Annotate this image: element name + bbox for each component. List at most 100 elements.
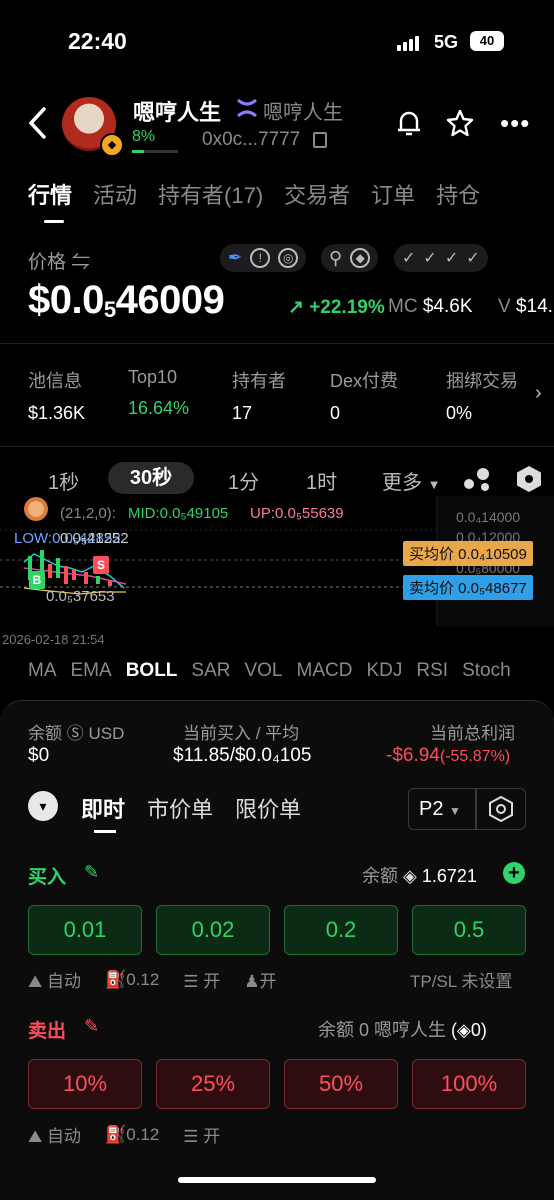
link-icons-pill: ✒ ! ◎ xyxy=(220,244,307,272)
token-title: 嗯哼人生 xyxy=(133,100,222,125)
check-icon: ✓ xyxy=(402,250,416,267)
check-icon: ✓ xyxy=(423,250,437,267)
mode-market[interactable]: 市价单 xyxy=(147,792,213,824)
star-icon[interactable] xyxy=(445,108,475,143)
info-icon[interactable]: ! xyxy=(250,248,271,268)
balance-label: 余额 Ⓢ USD xyxy=(28,724,125,743)
search-icons-pill: ⚲ ◆ xyxy=(321,244,379,272)
copy-icon[interactable] xyxy=(313,132,327,148)
gas-option[interactable]: ⛽0.12 xyxy=(105,1125,159,1145)
buy-amount-button[interactable]: 0.2 xyxy=(284,905,398,955)
tf-more[interactable]: 更多 ▼ xyxy=(382,466,440,495)
network-label: 5G xyxy=(434,32,459,52)
buy-amount-button[interactable]: 0.5 xyxy=(412,905,526,955)
pool-info-pool[interactable]: 池信息 $1.36K xyxy=(28,367,85,424)
boll-params: (21,2,0): xyxy=(60,505,116,522)
indicator-sar[interactable]: SAR xyxy=(191,660,230,682)
tf-1m[interactable]: 1分 xyxy=(228,466,259,495)
back-arrow-icon[interactable] xyxy=(26,106,48,145)
indicator-macd[interactable]: MACD xyxy=(297,660,353,682)
settings-hex-icon[interactable] xyxy=(516,465,542,498)
battery-icon: 40 xyxy=(470,31,504,51)
preset-select[interactable]: P2 ▼ xyxy=(408,788,476,830)
checks-pill: ✓ ✓ ✓ ✓ xyxy=(394,244,488,272)
buy-amount-button[interactable]: 0.01 xyxy=(28,905,142,955)
tf-30s[interactable]: 30秒 xyxy=(108,462,194,494)
globe-icon[interactable]: ◎ xyxy=(278,248,299,268)
pool-info-holders[interactable]: 持有者 17 xyxy=(232,367,286,424)
bell-icon[interactable] xyxy=(394,108,424,143)
indicator-boll[interactable]: BOLL xyxy=(126,660,178,682)
price-label[interactable]: 价格 ⇋ xyxy=(28,247,90,274)
indicator-vol[interactable]: VOL xyxy=(244,660,282,682)
feather-icon[interactable]: ✒ xyxy=(228,248,242,268)
buy-amount-button[interactable]: 0.02 xyxy=(156,905,270,955)
gas-icon: ⛽ xyxy=(105,969,127,989)
status-time: 22:40 xyxy=(68,28,127,54)
price-value: $0.0546009 xyxy=(28,278,225,322)
tab-activity[interactable]: 活动 xyxy=(93,178,137,210)
sell-percent-button[interactable]: 100% xyxy=(412,1059,526,1109)
tf-1s[interactable]: 1秒 xyxy=(48,466,79,495)
tab-orders[interactable]: 订单 xyxy=(371,178,415,210)
chain-name: 嗯哼人生 xyxy=(263,102,343,124)
more-icon[interactable]: ••• xyxy=(500,110,530,136)
tab-positions[interactable]: 持仓 xyxy=(436,178,480,210)
chevron-right-icon[interactable]: › xyxy=(535,382,542,405)
indicator-stoch[interactable]: Stoch xyxy=(462,660,511,682)
tab-market[interactable]: 行情 xyxy=(28,178,72,210)
currency-switch-icon[interactable]: Ⓢ xyxy=(67,724,84,743)
avg-buy-tag: 买均价 0.0₄10509 xyxy=(403,541,533,566)
token-address[interactable]: 0x0c...7777 xyxy=(202,129,300,151)
chart-low-label: 0.0₅41252 xyxy=(60,530,129,547)
indicator-ma[interactable]: MA xyxy=(28,660,57,682)
mev-option[interactable]: ☰ 开 xyxy=(183,967,220,992)
edit-sell-icon[interactable]: ✎ xyxy=(84,1016,99,1037)
indicator-ema[interactable]: EMA xyxy=(71,660,112,682)
axis-label-1: 0.0₄14000 xyxy=(456,509,521,525)
buy-options: ⛰ 自动 ⛽0.12 ☰ 开 ♟开 xyxy=(28,967,277,992)
gas-option[interactable]: ⛽0.12 xyxy=(105,970,159,990)
sell-percent-button[interactable]: 25% xyxy=(156,1059,270,1109)
order-mode-tabs: 即时 市价单 限价单 xyxy=(81,792,323,824)
tab-holders[interactable]: 持有者(17) xyxy=(158,178,263,210)
edit-buy-icon[interactable]: ✎ xyxy=(84,862,99,883)
tf-1h[interactable]: 1时 xyxy=(306,466,337,495)
burger-icon: ☰ xyxy=(183,1127,199,1146)
preset-settings-icon[interactable] xyxy=(476,788,526,830)
user-option[interactable]: ♟开 xyxy=(244,967,276,992)
pool-info-dex[interactable]: Dex付费 0 xyxy=(330,367,398,424)
drawing-tools-icon[interactable] xyxy=(463,466,491,497)
sell-percent-button[interactable]: 50% xyxy=(284,1059,398,1109)
sell-marker: S xyxy=(93,556,109,574)
add-funds-icon[interactable]: + xyxy=(503,862,525,884)
check-icon: ✓ xyxy=(466,250,480,267)
tpsl-status[interactable]: TP/SL 未设置 xyxy=(410,967,512,992)
collapse-chevron-icon[interactable]: ▾ xyxy=(28,791,58,821)
pool-info-top10[interactable]: Top10 16.64% xyxy=(128,367,189,419)
home-indicator[interactable] xyxy=(178,1177,376,1183)
sell-percent-button[interactable]: 10% xyxy=(28,1059,142,1109)
avg-sell-tag: 卖均价 0.0₅48677 xyxy=(403,575,533,600)
auto-slippage-option[interactable]: ⛰ 自动 xyxy=(28,1122,81,1147)
mode-limit[interactable]: 限价单 xyxy=(235,792,301,824)
chain-badge-icon: ◆ xyxy=(100,133,124,157)
search-icon[interactable]: ⚲ xyxy=(329,248,342,269)
mev-option[interactable]: ☰ 开 xyxy=(183,1122,220,1147)
pnl-label: 当前总利润 xyxy=(430,724,515,743)
mode-instant[interactable]: 即时 xyxy=(81,792,125,824)
sell-options: ⛰ 自动 ⛽0.12 ☰ 开 xyxy=(28,1122,220,1147)
tab-traders[interactable]: 交易者 xyxy=(284,178,350,210)
auto-slippage-option[interactable]: ⛰ 自动 xyxy=(28,967,81,992)
caret-down-icon: ▼ xyxy=(427,477,441,492)
bnb-icon[interactable]: ◆ xyxy=(350,248,371,268)
indicator-rsi[interactable]: RSI xyxy=(416,660,448,682)
indicator-kdj[interactable]: KDJ xyxy=(366,660,402,682)
current-buy-label: 当前买入 / 平均 xyxy=(183,724,300,743)
chain-logo-icon xyxy=(236,98,258,123)
pool-info-bundle[interactable]: 捆绑交易 0% xyxy=(446,367,518,424)
gas-icon: ⛽ xyxy=(105,1124,127,1144)
user-icon: ♟ xyxy=(244,972,260,991)
divider xyxy=(0,446,554,447)
slippage-icon: ⛰ xyxy=(28,972,43,991)
